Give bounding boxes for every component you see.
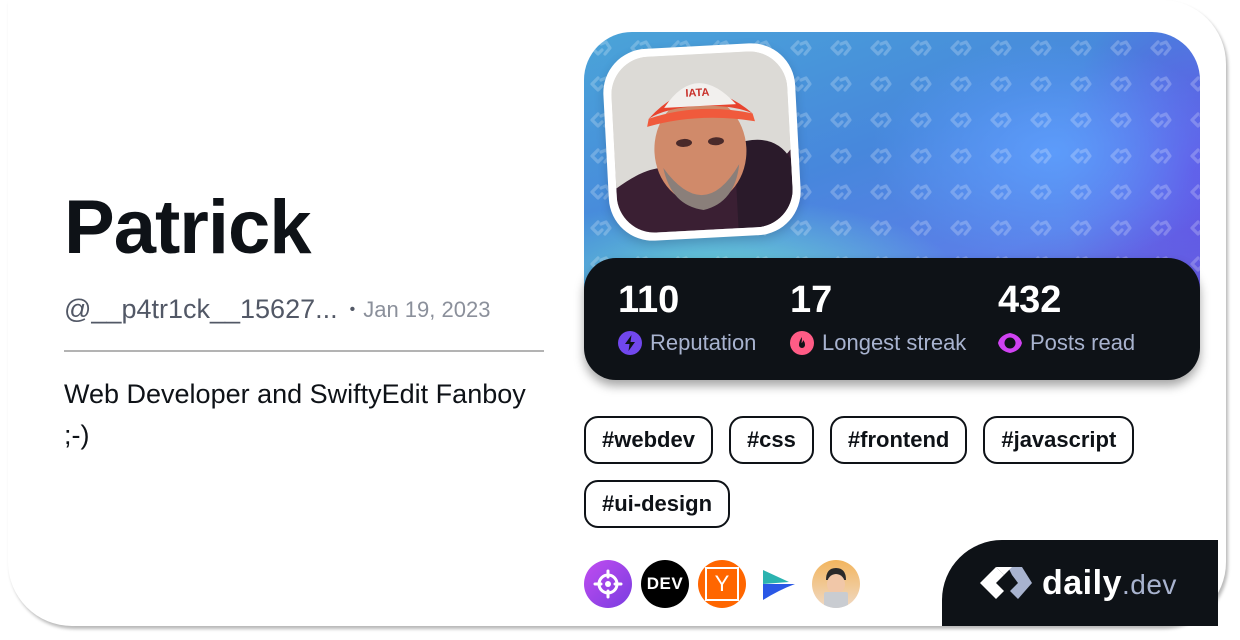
stat-label-row: Longest streak bbox=[790, 330, 966, 356]
daily-dev-brand[interactable]: daily.dev bbox=[942, 540, 1218, 626]
stat-posts-read: 432 Posts read bbox=[998, 278, 1135, 356]
dev-label: DEV bbox=[646, 574, 684, 593]
sources-list: DEV Y bbox=[584, 560, 860, 608]
stats-panel: 110 Reputation 17 Longest streak 432 Pos… bbox=[584, 258, 1200, 380]
stat-label: Longest streak bbox=[822, 330, 967, 355]
tag-javascript[interactable]: #javascript bbox=[983, 416, 1135, 464]
avatar[interactable]: IATA bbox=[609, 49, 795, 235]
divider bbox=[64, 350, 544, 352]
stat-longest-streak: 17 Longest streak bbox=[790, 278, 966, 356]
avatar-frame: IATA bbox=[601, 41, 803, 243]
arrow-logo-icon bbox=[763, 570, 795, 600]
lightning-icon bbox=[618, 331, 642, 355]
stat-label: Posts read bbox=[1030, 330, 1136, 355]
profile-handle[interactable]: @__p4tr1ck__15627... bbox=[64, 294, 338, 325]
stat-value: 110 bbox=[618, 279, 680, 321]
eye-icon bbox=[998, 333, 1022, 353]
profile-name: Patrick bbox=[64, 185, 311, 270]
svg-text:IATA: IATA bbox=[685, 87, 710, 100]
daily-dev-logo-icon bbox=[980, 567, 1032, 599]
stat-label: Reputation bbox=[650, 330, 757, 355]
stat-label-row: Posts read bbox=[998, 330, 1135, 356]
tags-list: #webdev #css #frontend #javascript #ui-d… bbox=[584, 416, 1184, 528]
stat-value: 17 bbox=[790, 279, 833, 321]
tag-css[interactable]: #css bbox=[728, 416, 814, 464]
brand-name-text: daily bbox=[1042, 563, 1122, 602]
hn-label: Y bbox=[705, 567, 739, 601]
stat-label-row: Reputation bbox=[618, 330, 756, 356]
profile-meta: @__p4tr1ck__15627... • Jan 19, 2023 bbox=[64, 294, 490, 325]
dev-to-source-icon[interactable]: DEV bbox=[641, 560, 689, 608]
crosshair-source-icon[interactable] bbox=[584, 560, 632, 608]
avatar-portrait: IATA bbox=[609, 49, 795, 235]
joined-date: Jan 19, 2023 bbox=[363, 296, 491, 322]
stat-reputation: 110 Reputation bbox=[618, 278, 756, 356]
tag-webdev[interactable]: #webdev bbox=[584, 416, 713, 464]
brand-name: daily.dev bbox=[1042, 564, 1177, 603]
tag-ui-design[interactable]: #ui-design bbox=[584, 480, 731, 528]
play-arrow-source-icon[interactable] bbox=[755, 560, 803, 608]
brand-tld: .dev bbox=[1121, 568, 1177, 600]
memoji-icon bbox=[824, 568, 848, 608]
stat-value: 432 bbox=[998, 279, 1062, 321]
tag-frontend[interactable]: #frontend bbox=[829, 416, 968, 464]
hacker-news-source-icon[interactable]: Y bbox=[698, 560, 746, 608]
profile-bio: Web Developer and SwiftyEdit Fanboy ;-) bbox=[64, 379, 526, 450]
crosshair-icon bbox=[593, 569, 623, 599]
flame-icon bbox=[790, 331, 814, 355]
meta-separator: • bbox=[349, 300, 356, 318]
devsquad-avatar-source-icon[interactable] bbox=[812, 560, 860, 608]
